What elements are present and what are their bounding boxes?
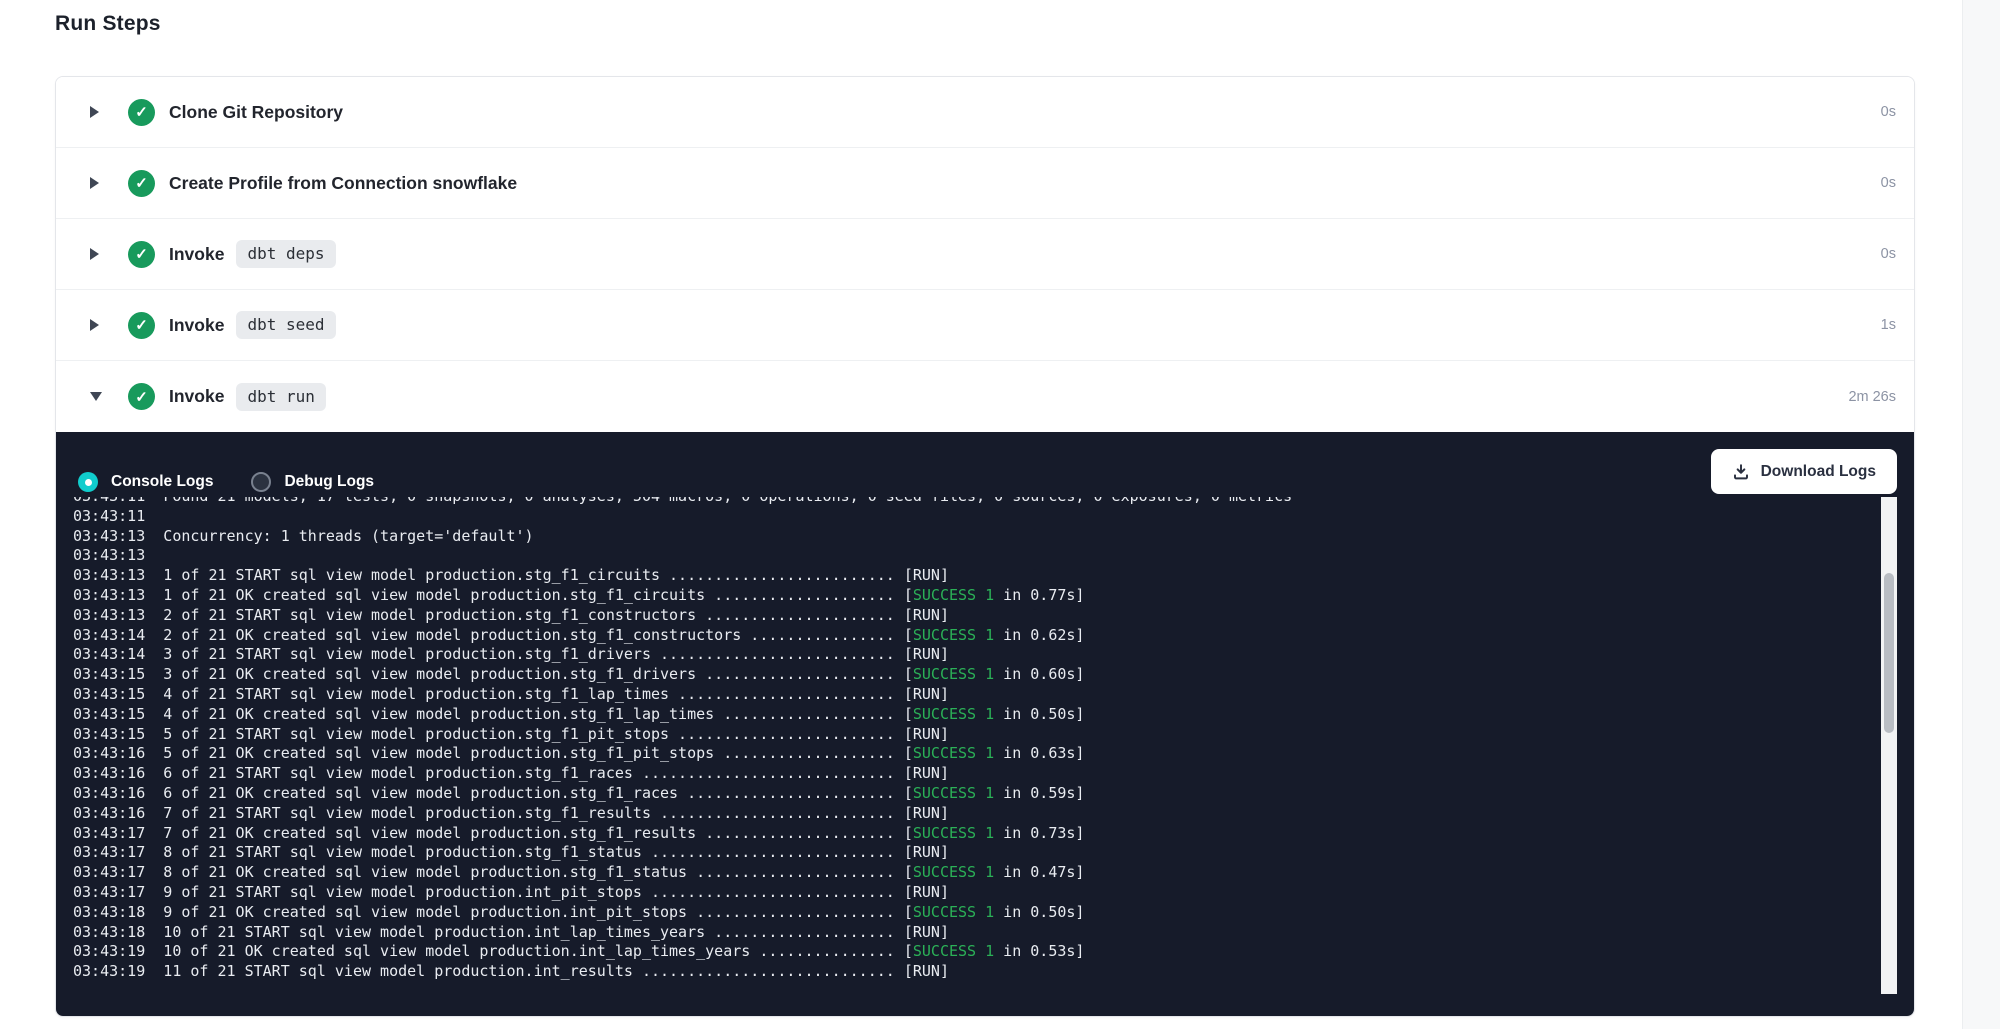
log-scrollbar-track[interactable] — [1881, 497, 1897, 994]
command-chip: dbt seed — [236, 311, 335, 339]
check-circle-icon: ✓ — [128, 383, 155, 410]
log-line: 03:43:17 8 of 21 START sql view model pr… — [73, 843, 1833, 863]
log-line: 03:43:19 11 of 21 START sql view model p… — [73, 962, 1833, 982]
log-line: 03:43:15 4 of 21 START sql view model pr… — [73, 685, 1833, 705]
log-line: 03:43:16 6 of 21 START sql view model pr… — [73, 764, 1833, 784]
log-line: 03:43:15 5 of 21 START sql view model pr… — [73, 725, 1833, 745]
step-row[interactable]: ✓ Clone Git Repository 0s — [56, 77, 1914, 148]
log-line: 03:43:18 9 of 21 OK created sql view mod… — [73, 903, 1833, 923]
step-label: Clone Git Repository — [169, 102, 343, 123]
caret-down-icon[interactable] — [90, 392, 106, 401]
step-label: Create Profile from Connection snowflake — [169, 173, 517, 194]
log-line: 03:43:17 9 of 21 START sql view model pr… — [73, 883, 1833, 903]
log-line: 03:43:17 8 of 21 OK created sql view mod… — [73, 863, 1833, 883]
log-tabs: Console Logs Debug Logs — [78, 472, 374, 492]
step-duration: 2m 26s — [1848, 389, 1896, 405]
check-circle-icon: ✓ — [128, 99, 155, 126]
log-content: 03:43:11 Found 21 models, 17 tests, 0 sn… — [73, 497, 1833, 982]
log-line: 03:43:16 6 of 21 OK created sql view mod… — [73, 784, 1833, 804]
step-label: Invoke — [169, 315, 224, 336]
log-scrollbar-thumb[interactable] — [1884, 573, 1894, 733]
step-label: Invoke — [169, 386, 224, 407]
debug-logs-radio[interactable]: Debug Logs — [251, 472, 374, 492]
caret-shape — [90, 248, 99, 260]
download-logs-button[interactable]: Download Logs — [1711, 449, 1897, 494]
log-line: 03:43:16 5 of 21 OK created sql view mod… — [73, 744, 1833, 764]
step-row[interactable]: ✓ Invoke dbt deps 0s — [56, 219, 1914, 290]
check-circle-icon: ✓ — [128, 312, 155, 339]
log-line: 03:43:15 3 of 21 OK created sql view mod… — [73, 665, 1833, 685]
caret-right-icon[interactable] — [90, 319, 106, 331]
log-line: 03:43:11 Found 21 models, 17 tests, 0 sn… — [73, 497, 1833, 507]
caret-shape — [90, 392, 102, 401]
log-line: 03:43:11 — [73, 507, 1833, 527]
log-line: 03:43:13 2 of 21 START sql view model pr… — [73, 606, 1833, 626]
caret-shape — [90, 319, 99, 331]
log-line: 03:43:15 4 of 21 OK created sql view mod… — [73, 705, 1833, 725]
debug-logs-label[interactable]: Debug Logs — [284, 473, 374, 491]
radio-selected-icon[interactable] — [78, 472, 98, 492]
steps-list: ✓ Clone Git Repository 0s ✓ Create Profile f… — [56, 77, 1914, 432]
page-title: Run Steps — [55, 12, 161, 36]
log-line: 03:43:13 Concurrency: 1 threads (target=… — [73, 527, 1833, 547]
log-viewport[interactable]: 03:43:11 Found 21 models, 17 tests, 0 sn… — [73, 497, 1833, 995]
step-row[interactable]: ✓ Invoke dbt run 2m 26s — [56, 361, 1914, 432]
check-circle-icon: ✓ — [128, 241, 155, 268]
caret-shape — [90, 177, 99, 189]
caret-right-icon[interactable] — [90, 177, 106, 189]
log-line: 03:43:19 10 of 21 OK created sql view mo… — [73, 942, 1833, 962]
run-steps-card: ✓ Clone Git Repository 0s ✓ Create Profile f… — [55, 76, 1915, 1017]
check-circle-icon: ✓ — [128, 170, 155, 197]
log-line: 03:43:14 3 of 21 START sql view model pr… — [73, 645, 1833, 665]
radio-unselected-icon[interactable] — [251, 472, 271, 492]
step-label: Invoke — [169, 244, 224, 265]
log-line: 03:43:17 7 of 21 OK created sql view mod… — [73, 824, 1833, 844]
step-row[interactable]: ✓ Create Profile from Connection snowflak… — [56, 148, 1914, 219]
step-duration: 1s — [1881, 317, 1896, 333]
download-logs-label: Download Logs — [1761, 463, 1876, 481]
caret-right-icon[interactable] — [90, 106, 106, 118]
step-duration: 0s — [1881, 175, 1896, 191]
caret-shape — [90, 106, 99, 118]
log-panel: Console Logs Debug Logs Download Logs 03… — [56, 432, 1914, 1016]
log-line: 03:43:18 10 of 21 START sql view model p… — [73, 923, 1833, 943]
command-chip: dbt deps — [236, 240, 335, 268]
step-duration: 0s — [1881, 246, 1896, 262]
step-duration: 0s — [1881, 104, 1896, 120]
log-line: 03:43:13 1 of 21 START sql view model pr… — [73, 566, 1833, 586]
command-chip: dbt run — [236, 383, 325, 411]
step-row[interactable]: ✓ Invoke dbt seed 1s — [56, 290, 1914, 361]
console-logs-radio[interactable]: Console Logs — [78, 472, 213, 492]
page-right-gutter — [1962, 0, 2000, 1029]
log-line: 03:43:14 2 of 21 OK created sql view mod… — [73, 626, 1833, 646]
caret-right-icon[interactable] — [90, 248, 106, 260]
download-icon — [1732, 463, 1750, 481]
radio-dot — [85, 479, 92, 486]
log-line: 03:43:16 7 of 21 START sql view model pr… — [73, 804, 1833, 824]
console-logs-label[interactable]: Console Logs — [111, 473, 213, 491]
log-line: 03:43:13 1 of 21 OK created sql view mod… — [73, 586, 1833, 606]
log-line: 03:43:13 — [73, 546, 1833, 566]
